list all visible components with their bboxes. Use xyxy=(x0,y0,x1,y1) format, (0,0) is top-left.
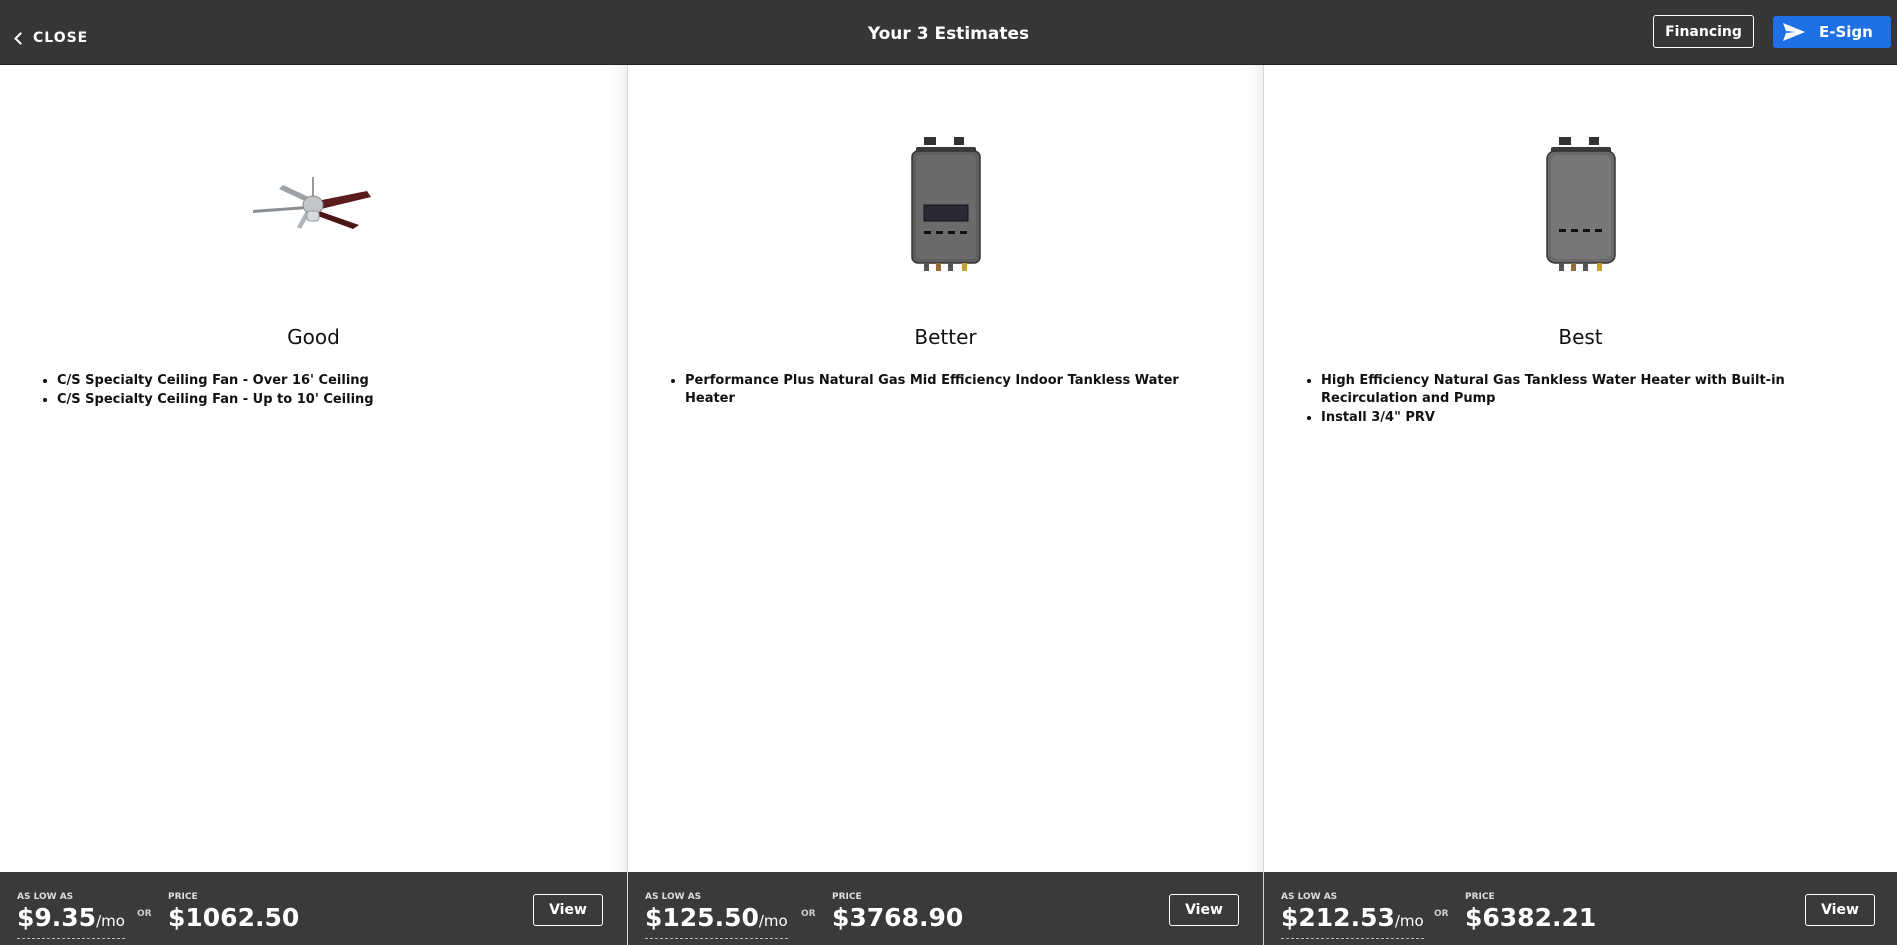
price-value: $1062.50 xyxy=(168,903,300,932)
price-bar: AS LOW AS $212.53/mo OR PRICE $6382.21 V… xyxy=(1264,872,1897,945)
monthly-suffix: /mo xyxy=(1394,912,1424,930)
monthly-label: AS LOW AS xyxy=(17,892,74,902)
chevron-left-icon xyxy=(14,31,27,45)
line-items: Performance Plus Natural Gas Mid Efficie… xyxy=(668,372,1233,409)
monthly-label: AS LOW AS xyxy=(645,892,702,902)
list-item: Performance Plus Natural Gas Mid Efficie… xyxy=(685,372,1233,408)
monthly-suffix: /mo xyxy=(758,912,788,930)
or-label: OR xyxy=(1434,909,1449,919)
monthly-amount: $212.53 xyxy=(1281,903,1395,932)
estimate-card-better: Better Performance Plus Natural Gas Mid … xyxy=(627,65,1263,945)
price-label: PRICE xyxy=(168,892,198,902)
tier-title: Good xyxy=(287,325,340,349)
esign-label: E-Sign xyxy=(1819,23,1873,41)
monthly-amount: $9.35 xyxy=(17,903,97,932)
or-label: OR xyxy=(801,909,816,919)
price-value: $3768.90 xyxy=(832,903,964,932)
or-label: OR xyxy=(137,909,152,919)
close-button[interactable]: CLOSE xyxy=(12,26,88,50)
price-label: PRICE xyxy=(1465,892,1495,902)
tankless-water-heater-icon xyxy=(910,137,981,271)
view-button[interactable]: View xyxy=(1805,894,1875,926)
monthly-label: AS LOW AS xyxy=(1281,892,1338,902)
estimate-card-good: Good C/S Specialty Ceiling Fan - Over 16… xyxy=(0,65,627,945)
tankless-water-heater-icon xyxy=(1545,137,1616,271)
monthly-payment[interactable]: $125.50/mo xyxy=(645,903,788,939)
tier-title: Best xyxy=(1558,325,1603,349)
monthly-suffix: /mo xyxy=(96,912,125,930)
list-item: High Efficiency Natural Gas Tankless Wat… xyxy=(1321,372,1867,408)
send-icon xyxy=(1783,23,1805,41)
price-value: $6382.21 xyxy=(1465,903,1597,932)
line-items: High Efficiency Natural Gas Tankless Wat… xyxy=(1304,372,1867,428)
price-label: PRICE xyxy=(832,892,862,902)
close-label: CLOSE xyxy=(33,30,89,46)
monthly-payment[interactable]: $212.53/mo xyxy=(1281,903,1424,939)
monthly-amount: $125.50 xyxy=(645,903,759,932)
esign-button[interactable]: E-Sign xyxy=(1773,16,1891,48)
ceiling-fan-icon xyxy=(252,177,371,229)
estimate-card-best: Best High Efficiency Natural Gas Tankles… xyxy=(1263,65,1897,945)
price-bar: AS LOW AS $125.50/mo OR PRICE $3768.90 V… xyxy=(628,872,1263,945)
monthly-payment[interactable]: $9.35/mo xyxy=(17,903,125,939)
product-image xyxy=(0,130,627,280)
price-bar: AS LOW AS $9.35/mo OR PRICE $1062.50 Vie… xyxy=(0,872,627,945)
estimates-columns: Good C/S Specialty Ceiling Fan - Over 16… xyxy=(0,65,1897,945)
page-title: Your 3 Estimates xyxy=(867,24,1030,44)
product-image xyxy=(1264,130,1897,280)
top-bar: CLOSE Your 3 Estimates Financing E-Sign xyxy=(0,0,1897,65)
line-items: C/S Specialty Ceiling Fan - Over 16' Cei… xyxy=(40,372,597,410)
view-button[interactable]: View xyxy=(1169,894,1239,926)
tier-title: Better xyxy=(914,325,977,349)
list-item: Install 3/4" PRV xyxy=(1321,409,1867,427)
product-image xyxy=(628,130,1263,280)
view-button[interactable]: View xyxy=(533,894,603,926)
list-item: C/S Specialty Ceiling Fan - Over 16' Cei… xyxy=(57,372,597,390)
financing-button[interactable]: Financing xyxy=(1653,15,1754,48)
list-item: C/S Specialty Ceiling Fan - Up to 10' Ce… xyxy=(57,391,597,409)
